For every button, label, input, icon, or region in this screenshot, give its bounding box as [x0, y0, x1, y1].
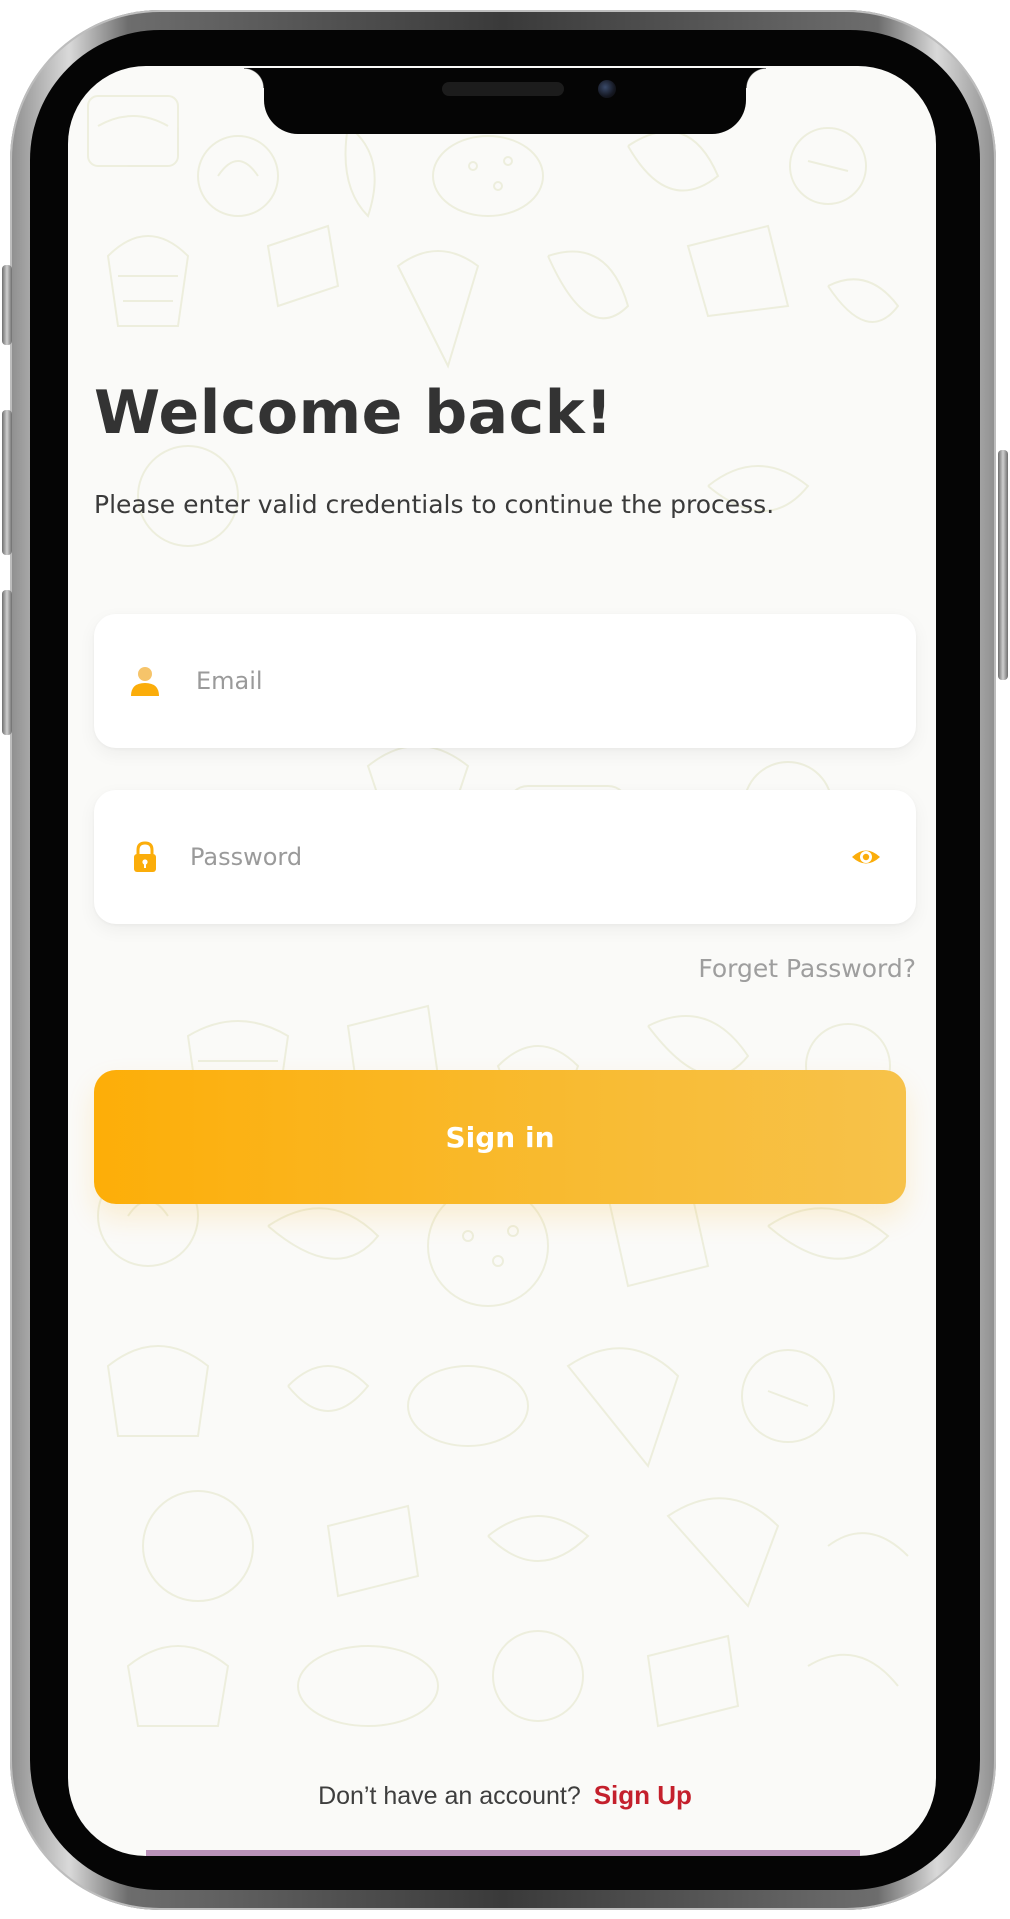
lock-icon — [134, 841, 156, 872]
notch-corner-right — [746, 68, 766, 88]
forgot-password-link[interactable]: Forget Password? — [698, 954, 916, 983]
notch-corner-left — [244, 68, 264, 88]
home-indicator — [146, 1850, 860, 1856]
email-input[interactable] — [196, 614, 816, 748]
front-camera — [598, 80, 616, 98]
mute-switch — [2, 265, 12, 345]
power-button — [998, 450, 1008, 680]
signup-prompt-text: Don’t have an account? — [318, 1782, 581, 1810]
speaker-grille — [442, 82, 564, 96]
email-field[interactable] — [94, 614, 916, 748]
password-field[interactable] — [94, 790, 916, 924]
password-input[interactable] — [190, 790, 810, 924]
sign-in-button[interactable]: Sign in — [94, 1070, 906, 1204]
volume-up-button — [2, 410, 12, 555]
signup-prompt: Don’t have an account? Sign Up — [0, 1780, 1010, 1811]
app-screen: Welcome back! Please enter valid credent… — [68, 66, 936, 1856]
page-subtitle: Please enter valid credentials to contin… — [94, 490, 775, 519]
user-icon — [131, 667, 159, 696]
page-title: Welcome back! — [94, 378, 613, 448]
volume-down-button — [2, 590, 12, 735]
eye-icon[interactable] — [850, 842, 882, 872]
sign-up-link[interactable]: Sign Up — [594, 1780, 692, 1810]
notch — [264, 68, 746, 134]
